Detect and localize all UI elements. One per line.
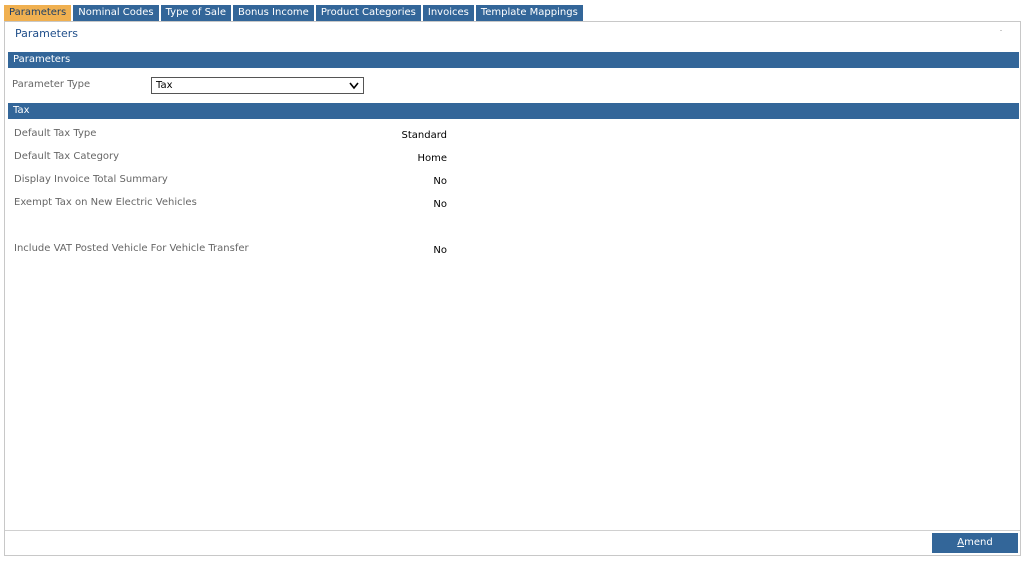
footer-divider: [5, 530, 1020, 531]
tab-product-categories[interactable]: Product Categories: [315, 5, 421, 21]
tab-nominal-codes[interactable]: Nominal Codes: [73, 5, 159, 21]
exempt-tax-ev-label: Exempt Tax on New Electric Vehicles: [14, 197, 197, 208]
content-panel: Parameters Parameters Parameter Type Tax…: [4, 21, 1021, 556]
parameter-type-label: Parameter Type: [12, 79, 91, 90]
include-vat-posted-vehicle-value: No: [433, 245, 447, 256]
amend-label: mend: [964, 537, 993, 548]
default-tax-category-value: Home: [417, 153, 447, 164]
tab-invoices[interactable]: Invoices: [422, 5, 474, 21]
parameter-type-value: Tax: [156, 80, 173, 91]
tab-template-mappings[interactable]: Template Mappings: [475, 5, 583, 21]
page-title: Parameters: [15, 27, 78, 40]
amend-button[interactable]: Amend: [932, 533, 1018, 553]
tab-type-of-sale[interactable]: Type of Sale: [160, 5, 231, 21]
display-invoice-total-summary-label: Display Invoice Total Summary: [14, 174, 168, 185]
exempt-tax-ev-value: No: [433, 199, 447, 210]
display-invoice-total-summary-value: No: [433, 176, 447, 187]
parameter-type-select[interactable]: Tax: [151, 77, 364, 94]
default-tax-type-value: Standard: [401, 130, 448, 141]
default-tax-type-label: Default Tax Type: [14, 128, 97, 139]
tab-parameters[interactable]: Parameters: [4, 5, 72, 21]
tax-section-header: Tax: [8, 103, 1019, 119]
divider: [1000, 30, 1002, 31]
include-vat-posted-vehicle-label: Include VAT Posted Vehicle For Vehicle T…: [14, 243, 249, 254]
tab-bonus-income[interactable]: Bonus Income: [232, 5, 314, 21]
tab-bar: Parameters Nominal Codes Type of Sale Bo…: [4, 5, 585, 21]
chevron-down-icon: [349, 82, 359, 90]
default-tax-category-label: Default Tax Category: [14, 151, 120, 162]
parameters-section-header: Parameters: [8, 52, 1019, 68]
